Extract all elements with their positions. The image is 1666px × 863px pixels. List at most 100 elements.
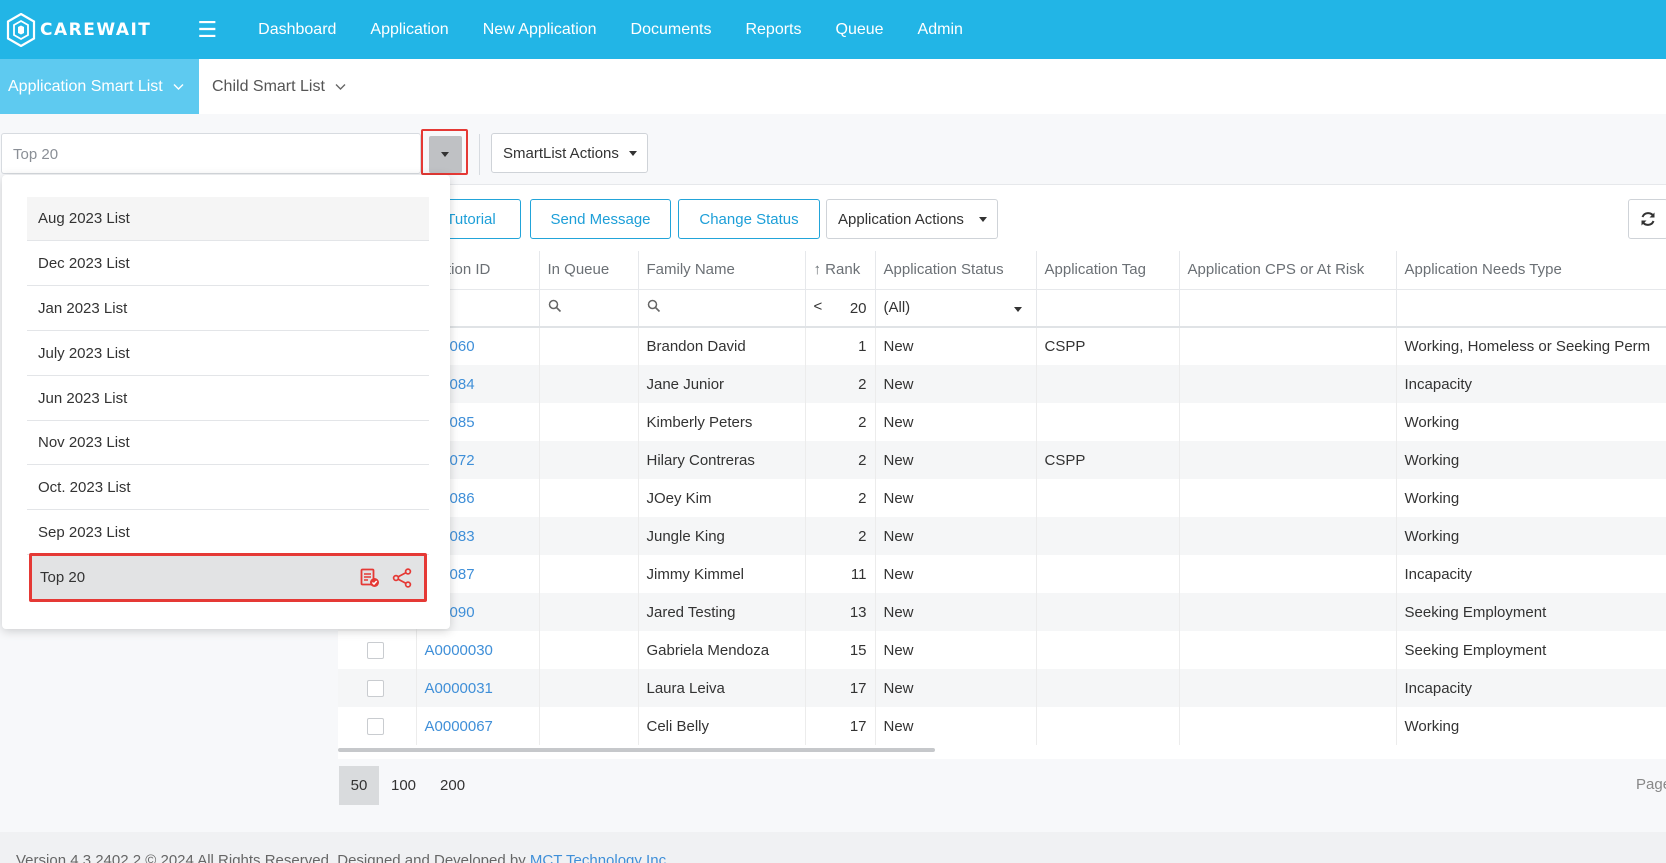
row-checkbox[interactable] [367,717,384,735]
status-cell: New [875,403,1037,441]
row-select-cell[interactable] [338,669,417,707]
brand-logo[interactable]: CAREWAIT [6,12,151,47]
smartlist-actions-dropdown[interactable]: SmartList Actions [491,133,648,173]
in-queue-cell [539,707,639,745]
family-name-cell: Kimberly Peters [638,403,806,441]
smart-list-dropdown-menu: Aug 2023 List Dec 2023 List Jan 2023 Lis… [2,175,450,629]
column-header-application-tag[interactable]: Application Tag [1036,251,1180,290]
table-row[interactable]: A0000030 Gabriela Mendoza 15 New Seeking Emp… [338,631,1666,669]
horizontal-scrollbar[interactable] [338,748,935,752]
share-icon[interactable] [392,568,414,588]
list-option[interactable]: Sep 2023 List [27,511,429,555]
table-row[interactable]: 000087Jimmy Kimmel11NewIncapacity [338,555,1666,593]
table-row[interactable]: 000090Jared Testing13NewSeeking Employme… [338,593,1666,631]
nav-application[interactable]: Application [370,21,448,39]
status-cell: New [875,441,1037,479]
row-checkbox[interactable] [367,641,384,659]
page-size-50[interactable]: 50 [339,766,379,805]
tab-child-smart-list[interactable]: Child Smart List [204,59,355,114]
nav-reports[interactable]: Reports [745,21,801,39]
row-select-cell[interactable] [338,631,417,669]
application-id-link[interactable]: A0000030 [425,642,493,659]
nav-dashboard[interactable]: Dashboard [258,21,336,39]
smartlist-actions-label: SmartList Actions [503,144,619,162]
table-row[interactable]: 000084Jane Junior2NewIncapacity [338,365,1666,403]
tag-cell: CSPP [1036,327,1180,365]
nav-new-application[interactable]: New Application [483,21,597,39]
filter-rank[interactable]: < 20 [805,289,876,328]
list-check-icon[interactable] [360,568,380,588]
nav-admin[interactable]: Admin [918,21,963,39]
application-id-cell: A0000067 [416,707,540,745]
carewait-logo-icon [6,12,36,47]
list-option[interactable]: Jun 2023 List [27,377,429,421]
status-filter-value: (All) [883,299,911,317]
filter-needs-type[interactable] [1396,289,1666,328]
rank-cell: 17 [805,669,876,707]
list-option[interactable]: Jan 2023 List [27,287,429,331]
refresh-button[interactable] [1628,199,1666,239]
column-header-needs-type[interactable]: Application Needs Type [1396,251,1666,290]
table-row[interactable]: 000086JOey Kim2NewWorking [338,479,1666,517]
list-option[interactable]: July 2023 List [27,332,429,376]
smart-list-dropdown-button[interactable] [429,136,462,173]
filter-in-queue[interactable] [539,289,639,328]
page-size-200[interactable]: 200 [428,766,477,805]
in-queue-cell [539,441,639,479]
column-header-in-queue[interactable]: In Queue [539,251,639,290]
list-option[interactable]: Nov 2023 List [27,421,429,465]
rank-operator[interactable]: < [814,298,823,315]
row-checkbox[interactable] [367,679,384,697]
needs-type-cell: Incapacity [1396,669,1666,707]
table-row[interactable]: A0000031 Laura Leiva 17 New Incapacity [338,669,1666,707]
footer-company-link[interactable]: MCT Technology Inc [530,852,666,863]
nav-queue[interactable]: Queue [836,21,884,39]
tab-label: Application Smart List [8,77,163,95]
needs-type-cell: Seeking Employment [1396,593,1666,631]
status-cell: New [875,365,1037,403]
rank-cell: 1 [805,327,876,365]
family-name-cell: Celi Belly [638,707,806,745]
status-cell: New [875,707,1037,745]
application-id-link[interactable]: A0000031 [425,680,493,697]
application-id-link[interactable]: A0000067 [425,718,493,735]
column-header-family-name[interactable]: Family Name [638,251,806,290]
list-option-selected[interactable]: Top 20 [29,553,427,602]
cps-cell [1179,669,1397,707]
table-row[interactable]: 000072Hilary Contreras2NewCSPPWorking [338,441,1666,479]
table-row[interactable]: 000060Brandon David1NewCSPPWorking, Home… [338,327,1666,365]
change-status-button[interactable]: Change Status [678,199,820,239]
filter-cps-at-risk[interactable] [1179,289,1397,328]
tag-cell [1036,593,1180,631]
refresh-icon [1641,212,1655,226]
list-option[interactable]: Aug 2023 List [27,197,429,241]
rank-cell: 11 [805,555,876,593]
row-select-cell[interactable] [338,707,417,745]
family-name-cell: Jane Junior [638,365,806,403]
table-row[interactable]: 000083Jungle King2NewWorking [338,517,1666,555]
list-option[interactable]: Dec 2023 List [27,242,429,286]
table-row[interactable]: 000085Kimberly Peters2NewWorking [338,403,1666,441]
caret-down-icon [629,151,637,156]
filter-application-tag[interactable] [1036,289,1180,328]
rank-filter-value[interactable]: 20 [850,300,867,317]
needs-type-cell: Working [1396,479,1666,517]
cps-cell [1179,479,1397,517]
filter-application-status[interactable]: (All) [875,289,1037,328]
list-option[interactable]: Oct. 2023 List [27,466,429,510]
column-header-application-status[interactable]: Application Status [875,251,1037,290]
page-size-100[interactable]: 100 [379,766,428,805]
rank-cell: 2 [805,517,876,555]
menu-icon[interactable]: ☰ [197,18,217,41]
filter-family-name[interactable] [638,289,806,328]
nav-documents[interactable]: Documents [631,21,712,39]
send-message-button[interactable]: Send Message [530,199,671,239]
needs-type-cell: Working, Homeless or Seeking Perm [1396,327,1666,365]
smart-list-select[interactable]: Top 20 [1,133,421,174]
tab-application-smart-list[interactable]: Application Smart List [0,59,199,114]
application-actions-dropdown[interactable]: Application Actions [826,199,998,239]
column-header-rank[interactable]: ↑ Rank [805,251,876,290]
caret-down-icon [441,152,449,157]
column-header-cps-at-risk[interactable]: Application CPS or At Risk [1179,251,1397,290]
table-row[interactable]: A0000067 Celi Belly 17 New Working [338,707,1666,745]
